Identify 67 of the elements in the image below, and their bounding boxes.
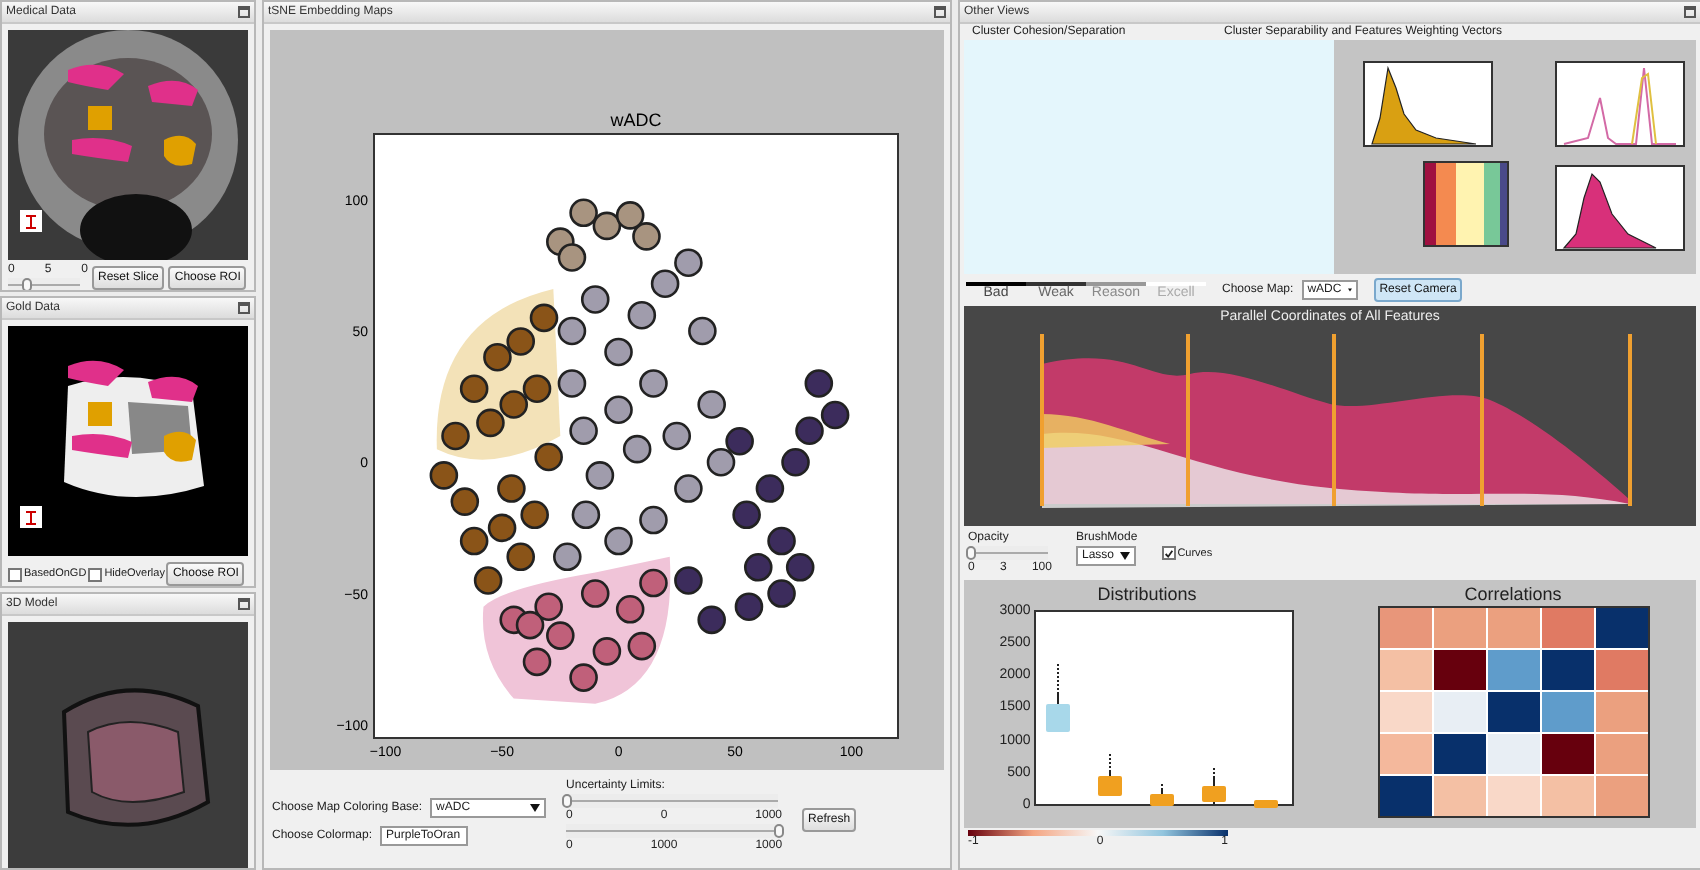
- histogram-plot: [1555, 60, 1685, 146]
- float-icon[interactable]: [238, 302, 250, 314]
- data-point: [556, 369, 586, 398]
- data-point: [458, 374, 488, 404]
- caret-icon: [530, 804, 541, 812]
- chart-title: Distributions: [1097, 584, 1197, 604]
- data-point: [614, 595, 644, 624]
- data-point: [514, 610, 544, 640]
- chart-title: Correlations: [1464, 584, 1562, 604]
- slider[interactable]: [566, 824, 779, 838]
- data-point: [705, 447, 735, 477]
- data-point: [521, 374, 551, 404]
- slider-thumb[interactable]: [966, 546, 977, 560]
- float-icon[interactable]: [238, 6, 250, 18]
- heatmap-plot: [1423, 160, 1509, 246]
- slider-thumb[interactable]: [774, 824, 785, 838]
- slider-thumb[interactable]: [22, 278, 32, 290]
- data-point: [449, 487, 479, 516]
- data-point: [528, 303, 558, 333]
- data-point: [579, 579, 609, 608]
- histogram-plot: [1363, 60, 1493, 146]
- data-point: [754, 474, 784, 503]
- data-point: [556, 243, 586, 272]
- data-point: [521, 647, 551, 677]
- checkbox[interactable]: [1161, 546, 1176, 560]
- data-point: [584, 461, 614, 490]
- data-point: [626, 300, 656, 330]
- data-point: [591, 211, 621, 241]
- data-point: [533, 442, 562, 472]
- float-icon[interactable]: [934, 6, 946, 18]
- data-point: [603, 526, 632, 556]
- data-point: [733, 592, 763, 621]
- data-point: [556, 316, 586, 346]
- checkbox[interactable]: [8, 567, 22, 581]
- data-point: [458, 526, 488, 556]
- data-point: [766, 526, 795, 556]
- data-point: [579, 285, 609, 314]
- data-point: [591, 637, 621, 666]
- data-point: [819, 400, 849, 430]
- slider[interactable]: [566, 794, 779, 808]
- data-point: [803, 369, 833, 398]
- slider-thumb[interactable]: [562, 794, 573, 808]
- float-icon[interactable]: [238, 598, 250, 610]
- data-point: [621, 434, 651, 464]
- data-point: [649, 269, 679, 298]
- data-point: [570, 500, 600, 530]
- data-point: [428, 461, 458, 490]
- data-point: [784, 553, 814, 582]
- data-point: [626, 631, 656, 661]
- caret-icon: [1120, 552, 1130, 560]
- data-point: [696, 605, 725, 635]
- data-point: [687, 316, 716, 346]
- checkbox[interactable]: [88, 567, 103, 581]
- histogram-plot: [1555, 164, 1685, 250]
- data-point: [614, 201, 644, 230]
- data-point: [638, 505, 667, 535]
- chart-title: wADC: [609, 110, 661, 130]
- float-icon[interactable]: [1684, 6, 1696, 18]
- data-point: [486, 513, 516, 543]
- data-point: [472, 566, 502, 595]
- data-point: [661, 421, 691, 451]
- data-point: [638, 568, 667, 598]
- data-point: [440, 421, 469, 451]
- data-point: [603, 337, 632, 367]
- data-point: [475, 408, 504, 438]
- slider[interactable]: [968, 546, 1048, 560]
- slider[interactable]: [8, 278, 80, 290]
